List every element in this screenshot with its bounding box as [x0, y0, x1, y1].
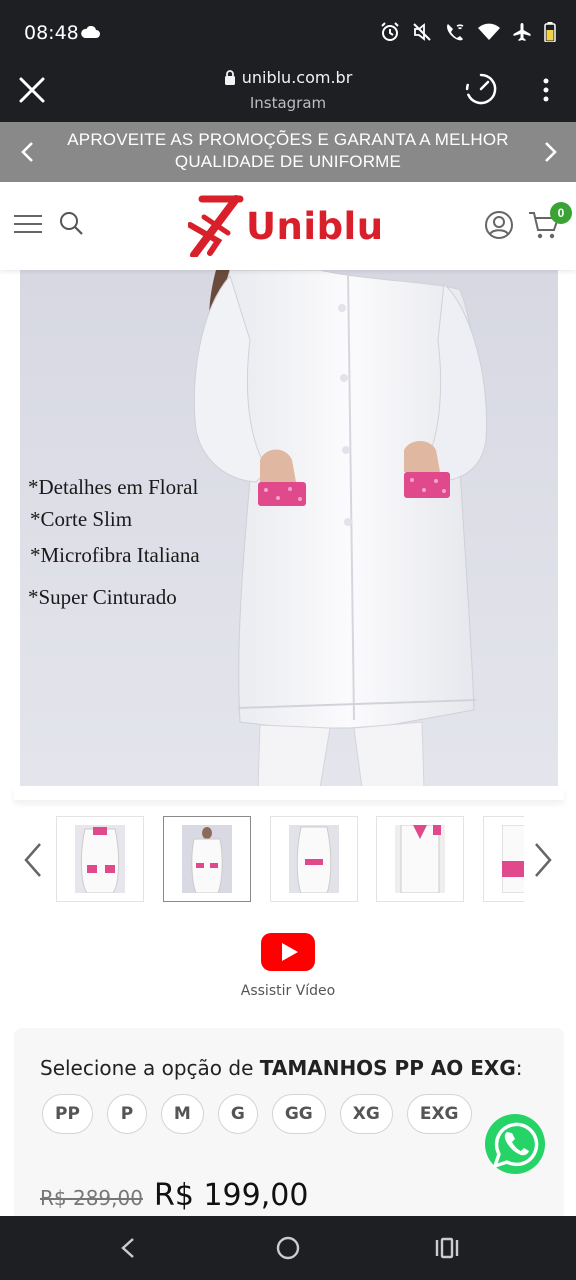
system-navigation-bar [0, 1216, 576, 1280]
back-icon[interactable] [118, 1236, 138, 1260]
logo-mark-icon [188, 195, 244, 257]
thumb-prev-arrow-icon[interactable] [22, 842, 44, 878]
site-logo[interactable]: Uniblu [188, 194, 398, 258]
cart-count-badge: 0 [550, 202, 572, 224]
site-header: Uniblu 0 [0, 182, 576, 270]
wifi-call-icon [447, 24, 464, 41]
recent-apps-icon[interactable] [434, 1236, 460, 1260]
feature-item: *Corte Slim [30, 507, 133, 531]
feature-item: *Microfibra Italiana [30, 543, 200, 567]
whatsapp-icon[interactable] [481, 1110, 549, 1178]
thumbnail-strip [56, 816, 524, 902]
size-options: PP P M G GG XG EXG [42, 1094, 472, 1134]
browser-toolbar: uniblu.com.br Instagram [0, 58, 576, 122]
variation-label: Selecione a opção de TAMANHOS PP AO EXG: [40, 1056, 523, 1080]
account-icon[interactable] [484, 210, 514, 240]
cloud-icon [81, 26, 100, 38]
thumbnail[interactable] [270, 816, 358, 902]
youtube-play-icon[interactable] [260, 932, 316, 972]
search-icon[interactable] [58, 210, 84, 236]
promo-text: APROVEITE AS PROMOÇÕES E GARANTA A MELHO… [67, 130, 509, 171]
thumbnail[interactable] [376, 816, 464, 902]
old-price: R$ 289,00 [40, 1186, 143, 1210]
logo-text: Uniblu [246, 204, 384, 248]
page-speed-icon[interactable] [464, 72, 498, 106]
size-option-gg[interactable]: GG [271, 1094, 326, 1134]
url-text: uniblu.com.br [241, 68, 353, 87]
promo-prev-arrow-icon[interactable] [16, 140, 40, 164]
size-option-exg[interactable]: EXG [406, 1094, 472, 1134]
mute-icon [413, 23, 431, 41]
image-frame [14, 786, 564, 800]
thumbnail[interactable] [56, 816, 144, 902]
size-option-p[interactable]: P [106, 1094, 147, 1134]
feature-item: *Detalhes em Floral [28, 475, 199, 499]
size-option-xg[interactable]: XG [339, 1094, 393, 1134]
status-time: 08:48 [24, 22, 79, 44]
thumbnail[interactable] [163, 816, 251, 902]
product-main-image[interactable]: *Detalhes em Floral *Corte Slim *Microfi… [20, 270, 558, 788]
feature-item: *Super Cinturado [28, 585, 177, 609]
wifi-icon [478, 23, 500, 40]
size-option-g[interactable]: G [217, 1094, 258, 1134]
more-options-icon[interactable] [542, 78, 550, 102]
promo-banner: APROVEITE AS PROMOÇÕES E GARANTA A MELHO… [0, 122, 576, 182]
thumb-next-arrow-icon[interactable] [532, 842, 554, 878]
size-option-m[interactable]: M [160, 1094, 204, 1134]
hamburger-menu-icon[interactable] [14, 214, 42, 234]
status-bar: 08:48 [0, 0, 576, 58]
alarm-icon [381, 22, 399, 41]
lock-icon [224, 70, 235, 85]
airplane-icon [513, 23, 531, 41]
size-option-pp[interactable]: PP [42, 1094, 93, 1134]
watch-video-label[interactable]: Assistir Vídeo [0, 983, 576, 999]
battery-icon [544, 22, 556, 42]
current-price: R$ 199,00 [154, 1178, 309, 1213]
thumbnail[interactable] [483, 816, 524, 902]
promo-next-arrow-icon[interactable] [538, 140, 562, 164]
home-icon[interactable] [276, 1236, 300, 1260]
